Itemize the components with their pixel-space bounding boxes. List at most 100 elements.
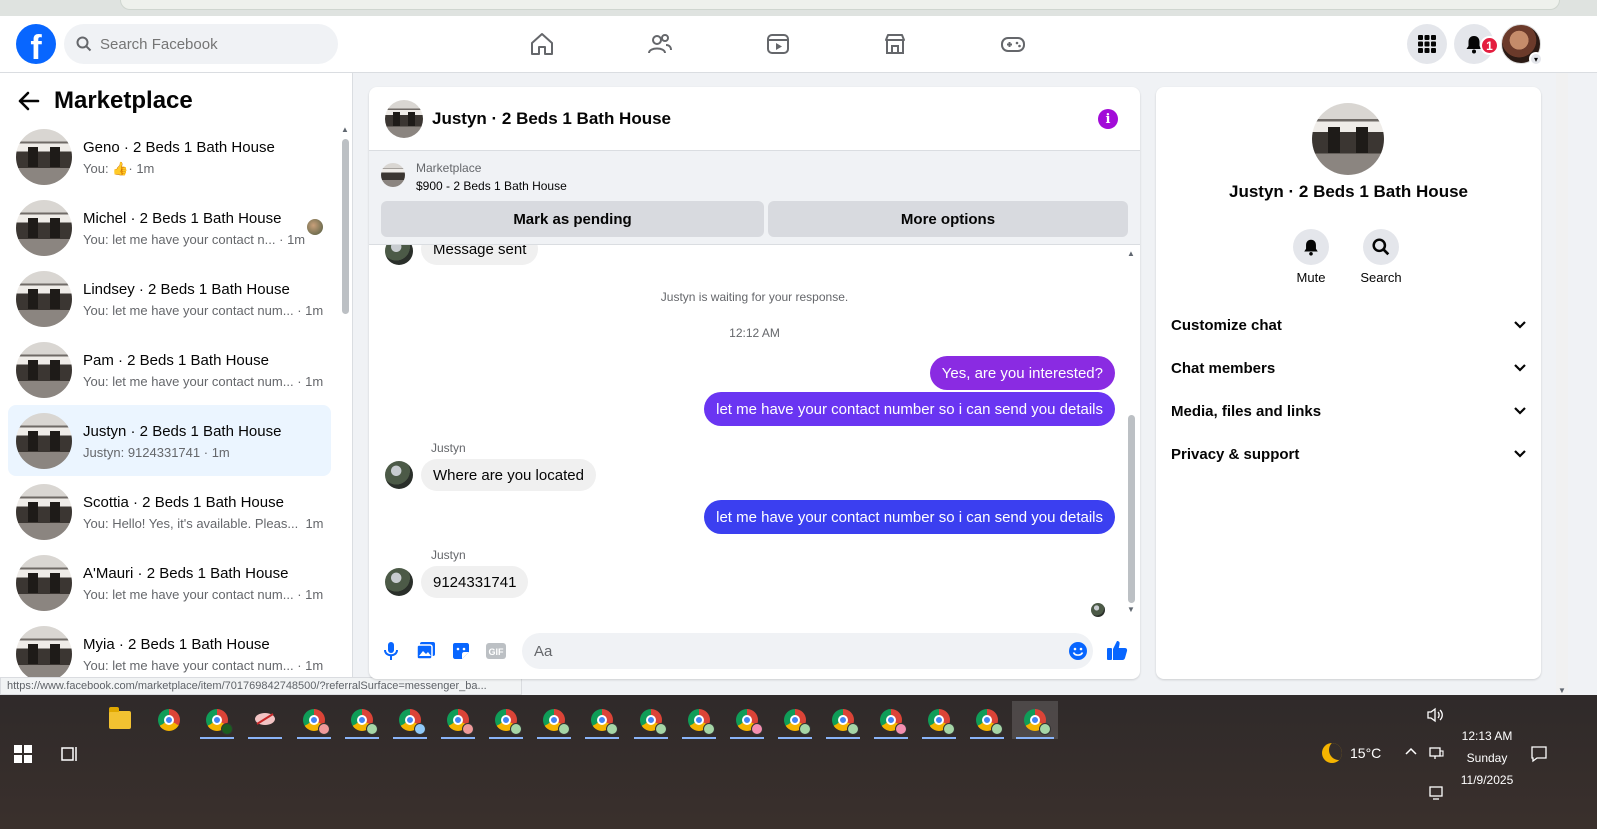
message-bubble-in[interactable]: Where are you located	[421, 459, 596, 491]
chat-panel: Justyn · 2 Beds 1 Bath House i Marketpla…	[369, 87, 1140, 679]
preview-prefix: You:	[83, 658, 109, 673]
photo-icon[interactable]	[415, 640, 437, 662]
message-bubble-in[interactable]: 9124331741	[421, 566, 529, 598]
clock-date: 11/9/2025	[1460, 773, 1514, 787]
chrome-profile-icon[interactable]	[196, 701, 238, 739]
scrollbar-thumb[interactable]	[342, 139, 349, 314]
sticker-icon[interactable]	[450, 640, 472, 662]
listing-info[interactable]: Marketplace $900 - 2 Beds 1 Bath House	[381, 161, 1128, 193]
more-options-button[interactable]: More options	[768, 201, 1128, 237]
conversation-item-lindsey[interactable]: Lindsey · 2 Beds 1 Bath House You: let m…	[8, 263, 331, 334]
chrome-profile-icon[interactable]	[581, 701, 623, 739]
task-view-icon[interactable]	[60, 745, 80, 768]
chevron-up-icon[interactable]	[1404, 745, 1418, 759]
conversation-item-pam[interactable]: Pam · 2 Beds 1 Bath House You: let me ha…	[8, 334, 331, 405]
listing-thumbnail	[16, 625, 72, 682]
profile-avatar[interactable]: ▾	[1501, 24, 1543, 66]
address-bar[interactable]	[120, 0, 1560, 10]
friends-icon[interactable]	[642, 26, 678, 62]
scroll-down-arrow-icon[interactable]: ▼	[1558, 686, 1566, 695]
chrome-profile-icon[interactable]	[437, 701, 479, 739]
search-input[interactable]	[100, 35, 320, 53]
chat-title[interactable]: Justyn · 2 Beds 1 Bath House	[432, 109, 671, 129]
chrome-profile-icon[interactable]	[870, 701, 912, 739]
section-chat-members[interactable]: Chat members	[1171, 348, 1527, 388]
waiting-note: Justyn is waiting for your response.	[660, 290, 849, 304]
conversation-item-michel[interactable]: Michel · 2 Beds 1 Bath House You: let me…	[8, 192, 331, 263]
conversation-item-scottia[interactable]: Scottia · 2 Beds 1 Bath House You: Hello…	[8, 476, 331, 547]
chrome-profile-icon[interactable]	[341, 701, 383, 739]
back-arrow-icon[interactable]	[18, 91, 40, 111]
bell-icon	[1304, 239, 1318, 256]
notification-center-icon[interactable]	[1530, 745, 1548, 766]
message-bubble-out[interactable]: let me have your contact number so i can…	[704, 392, 1115, 426]
chrome-profile-icon[interactable]	[293, 701, 335, 739]
chrome-icon[interactable]	[148, 701, 190, 739]
emoji-icon[interactable]	[1067, 640, 1089, 662]
section-customize-chat[interactable]: Customize chat	[1171, 305, 1527, 345]
chat-avatar[interactable]	[385, 99, 423, 138]
moon-icon	[1322, 743, 1342, 763]
conversation-item-amauri[interactable]: A'Mauri · 2 Beds 1 Bath House You: let m…	[8, 547, 331, 618]
section-privacy-support[interactable]: Privacy & support	[1171, 434, 1527, 474]
windows-start-icon[interactable]	[14, 745, 32, 768]
conversation-name: A'Mauri · 2 Beds 1 Bath House	[83, 565, 289, 582]
menu-grid-button[interactable]	[1407, 24, 1447, 64]
scroll-up-arrow-icon[interactable]: ▲	[341, 125, 349, 134]
page-scrollbar[interactable]: ▼	[1556, 73, 1568, 695]
microphone-icon[interactable]	[380, 640, 402, 662]
home-icon[interactable]	[524, 26, 560, 62]
chat-scrollbar[interactable]: ▲ ▼	[1126, 249, 1136, 619]
message-input[interactable]	[522, 633, 1093, 669]
chrome-profile-icon[interactable]	[389, 701, 431, 739]
conversation-preview: Hello! Yes, it's available. Pleas...	[112, 516, 299, 531]
weather-temperature: 15°C	[1350, 745, 1382, 761]
scroll-up-arrow-icon[interactable]: ▲	[1127, 249, 1135, 258]
chrome-profile-icon-active[interactable]	[1012, 701, 1058, 739]
chrome-profile-icon[interactable]	[533, 701, 575, 739]
thumbs-up-icon[interactable]	[1106, 639, 1128, 661]
speaker-icon[interactable]	[1426, 707, 1444, 726]
chrome-profile-icon[interactable]	[678, 701, 720, 739]
chrome-profile-icon[interactable]	[630, 701, 672, 739]
scroll-down-arrow-icon[interactable]: ▼	[1127, 605, 1135, 614]
chrome-profile-icon[interactable]	[774, 701, 816, 739]
app-icon[interactable]	[244, 701, 286, 739]
file-explorer-icon[interactable]	[99, 701, 141, 739]
display-icon[interactable]	[1428, 785, 1444, 804]
network-icon[interactable]	[1428, 745, 1444, 764]
gaming-icon[interactable]	[995, 26, 1031, 62]
chrome-profile-icon[interactable]	[918, 701, 960, 739]
message-bubble-out[interactable]: Yes, are you interested?	[929, 356, 1115, 390]
message-bubble-in[interactable]: Message sent	[421, 245, 539, 265]
listing-avatar[interactable]	[1312, 103, 1384, 175]
sidebar-scrollbar[interactable]: ▲	[341, 125, 349, 685]
chrome-profile-icon[interactable]	[485, 701, 527, 739]
mute-action[interactable]: Mute	[1281, 229, 1341, 285]
chrome-profile-icon[interactable]	[966, 701, 1008, 739]
marketplace-icon[interactable]	[877, 26, 913, 62]
listing-thumbnail	[16, 270, 72, 327]
search-box[interactable]	[64, 24, 338, 64]
chrome-profile-icon[interactable]	[726, 701, 768, 739]
grid-icon	[1418, 35, 1436, 53]
mark-as-pending-button[interactable]: Mark as pending	[381, 201, 764, 237]
listing-thumbnail	[16, 341, 72, 398]
conversation-preview: let me have your contact num...	[112, 658, 294, 673]
windows-taskbar: 15°C 12:13 AM Sunday 11/9/2025	[0, 695, 1597, 829]
timestamp: 12:12 AM	[729, 326, 780, 340]
info-icon[interactable]: i	[1098, 109, 1118, 129]
chrome-profile-icon[interactable]	[822, 701, 864, 739]
gif-icon[interactable]: GIF	[485, 640, 507, 662]
message-bubble-out[interactable]: let me have your contact number so i can…	[704, 500, 1115, 534]
conversation-item-justyn[interactable]: Justyn · 2 Beds 1 Bath House Justyn: 912…	[8, 405, 331, 476]
scrollbar-thumb[interactable]	[1128, 415, 1135, 603]
weather-widget[interactable]: 15°C	[1322, 743, 1381, 763]
video-icon[interactable]	[760, 26, 796, 62]
search-action[interactable]: Search	[1351, 229, 1411, 285]
sender-name: Justyn	[431, 548, 466, 562]
system-clock[interactable]: 12:13 AM Sunday 11/9/2025	[1450, 725, 1524, 791]
facebook-logo[interactable]: f	[16, 24, 56, 64]
conversation-item-geno[interactable]: Geno · 2 Beds 1 Bath House You: 👍· 1m	[8, 121, 331, 192]
section-media-files-links[interactable]: Media, files and links	[1171, 391, 1527, 431]
